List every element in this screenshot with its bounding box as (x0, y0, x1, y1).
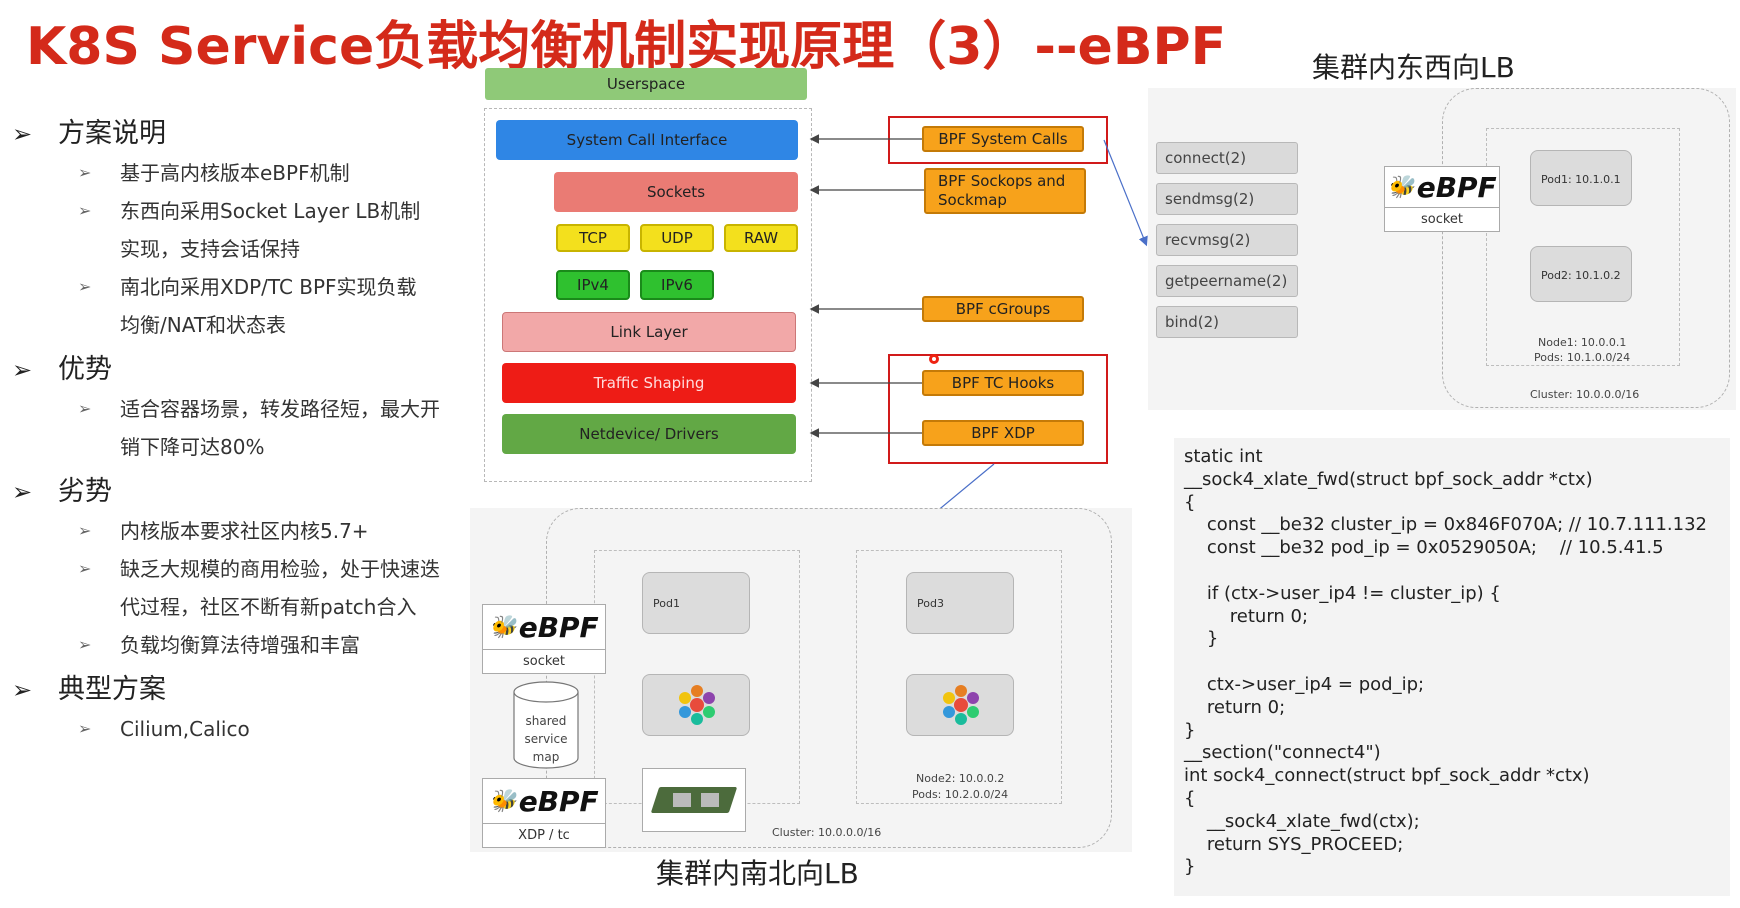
code-block: static int __sock4_xlate_fwd(struct bpf_… (1174, 438, 1730, 896)
syscall-sendmsg: sendmsg(2) (1156, 183, 1298, 215)
node2-pods-cidr: Pods: 10.2.0.0/24 (912, 788, 1009, 801)
syscall-connect: connect(2) (1156, 142, 1298, 174)
ebpf-xdp-badge: 🐝 eBPF XDP / tc (482, 778, 606, 848)
north-south-label: 集群内南北向LB (656, 857, 859, 890)
code-text: static int __sock4_xlate_fwd(struct bpf_… (1184, 446, 1708, 878)
shared-service-map-label: shared service map (524, 714, 568, 764)
syscall-recvmsg: recvmsg(2) (1156, 224, 1298, 256)
nic-card-image (642, 768, 746, 832)
cluster1-cidr: Cluster: 10.0.0.0/16 (1530, 388, 1640, 401)
ebpf-bee-logo-icon: 🐝 eBPF (489, 784, 599, 818)
node1-ip: Node1: 10.0.0.1 (1538, 336, 1627, 349)
cilium-hex-icon (943, 685, 979, 725)
ebpf-bee-logo-icon: 🐝 eBPF (1387, 170, 1497, 204)
ebpf-socket-badge-east-west: 🐝 eBPF socket (1384, 166, 1500, 232)
node1-pods-cidr: Pods: 10.1.0.0/24 (1534, 351, 1631, 364)
cilium-hex-icon (679, 685, 715, 725)
ebpf-socket-badge-north-south: 🐝 eBPF socket (482, 604, 606, 674)
pod2-east-west: Pod2: 10.1.0.2 (1530, 246, 1632, 302)
pod3-north-south: Pod3 (906, 572, 1014, 634)
ebpf-bee-logo-icon: 🐝 eBPF (489, 610, 599, 644)
east-west-label: 集群内东西向LB (1312, 51, 1515, 84)
arrow-to-syscall-list (1103, 139, 1148, 247)
syscall-bind: bind(2) (1156, 306, 1298, 338)
pod1-east-west: Pod1: 10.1.0.1 (1530, 150, 1632, 206)
syscall-getpeername: getpeername(2) (1156, 265, 1298, 297)
pod1-north-south: Pod1 (642, 572, 750, 634)
node2-ip: Node2: 10.0.0.2 (916, 772, 1005, 785)
cluster2-cidr: Cluster: 10.0.0.0/16 (772, 826, 882, 839)
